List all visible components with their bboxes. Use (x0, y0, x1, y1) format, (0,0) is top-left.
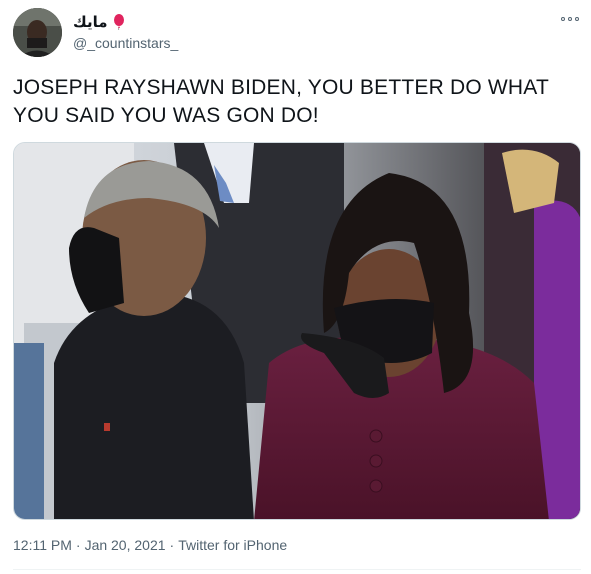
tweet-text: JOSEPH RAYSHAWN BIDEN, YOU BETTER DO WHA… (13, 76, 549, 127)
tweet-card: مايك @_countinstars_ JOSEPH RAYSHAWN BID… (0, 0, 591, 574)
divider (13, 569, 581, 570)
balloon-icon (113, 14, 124, 30)
tweet-photo[interactable] (13, 142, 581, 520)
author-info: مايك @_countinstars_ (73, 12, 178, 51)
photo-icon (14, 143, 580, 519)
tweet-meta: 12:11 PM · Jan 20, 2021 · Twitter for iP… (13, 537, 287, 553)
display-name[interactable]: مايك (73, 13, 108, 31)
avatar[interactable] (13, 8, 62, 57)
tweet-time[interactable]: 12:11 PM (13, 537, 72, 553)
more-options-icon[interactable] (560, 12, 582, 26)
tweet-source[interactable]: Twitter for iPhone (178, 537, 287, 553)
meta-separator: · (75, 537, 81, 553)
tweet-date[interactable]: Jan 20, 2021 (85, 537, 166, 553)
handle[interactable]: @_countinstars_ (73, 35, 178, 51)
meta-separator-2: · (169, 537, 175, 553)
name-row: مايك (73, 12, 178, 32)
